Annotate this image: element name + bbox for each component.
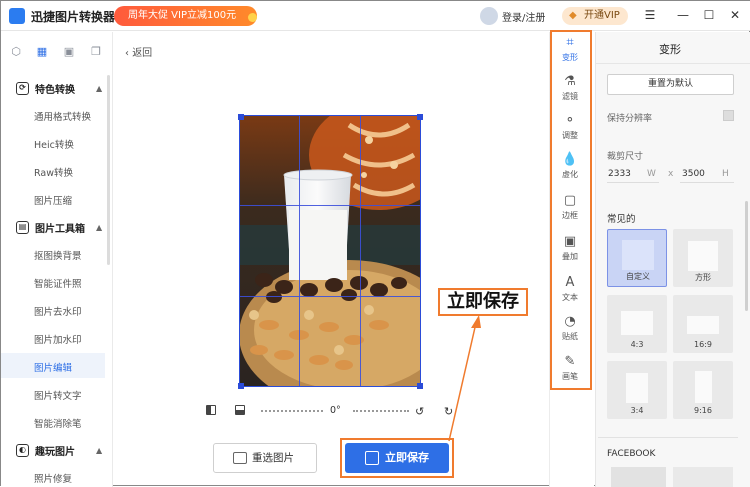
ratio-preview (626, 373, 648, 403)
width-unit: W (647, 169, 656, 179)
login-link[interactable]: 登录/注册 (502, 9, 545, 24)
app-title: 迅捷图片转换器 (31, 10, 116, 24)
keep-resolution-label: 保持分辨率 (607, 114, 653, 124)
save-highlight-box (340, 438, 454, 478)
sidebar-item-eraser[interactable]: 智能消除笔 (34, 416, 82, 430)
chevron-up-icon: ▲ (96, 223, 103, 232)
sidebar-item-ocr[interactable]: 图片转文字 (34, 388, 82, 402)
ratio-square[interactable]: 方形 (673, 229, 733, 287)
rotation-slider-left[interactable] (261, 410, 323, 412)
flip-vertical-icon[interactable] (235, 405, 245, 415)
sidebar-item-remove-watermark[interactable]: 图片去水印 (34, 304, 82, 318)
section-fun[interactable]: ◐ 趣玩图片 ▲ (16, 443, 102, 458)
back-link[interactable]: ‹ 返回 (125, 44, 152, 59)
convert-icon[interactable]: ▦ (35, 45, 49, 59)
width-input[interactable]: 2333 (608, 169, 631, 179)
reselect-image-button[interactable]: 重选图片 (213, 443, 317, 473)
callout-arrow (448, 315, 481, 442)
ratio-9-16[interactable]: 9:16 (673, 361, 733, 419)
facebook-ratio-option[interactable] (611, 467, 666, 487)
copy-icon[interactable]: ❐ (89, 45, 103, 59)
rotation-slider-right[interactable] (353, 410, 409, 412)
image-icon (233, 452, 247, 464)
ratio-preview (695, 371, 712, 403)
crop-frame[interactable] (239, 115, 421, 387)
sidebar-item-compress[interactable]: 图片压缩 (34, 193, 72, 207)
ratio-preview (688, 241, 718, 271)
times-sign: x (668, 169, 674, 179)
crop-handle[interactable] (417, 114, 423, 120)
sidebar-scrollbar[interactable] (107, 75, 110, 265)
sidebar-item-add-watermark[interactable]: 图片加水印 (34, 332, 82, 346)
promo-banner[interactable]: 周年大促 VIP立减100元 (114, 6, 257, 26)
height-input[interactable]: 3500 (682, 169, 705, 179)
sidebar-item-raw[interactable]: Raw转换 (34, 165, 73, 179)
facebook-section-label: FACEBOOK (607, 449, 656, 459)
section-toolbox[interactable]: ▤ 图片工具箱 ▲ (16, 220, 102, 235)
crop-handle[interactable] (417, 383, 423, 389)
height-unit: H (722, 169, 729, 179)
sidebar-item-image-edit[interactable]: 图片编辑 (34, 360, 72, 374)
ratio-preview (621, 311, 653, 335)
close-icon[interactable]: ✕ (727, 7, 743, 23)
common-ratios-label: 常见的 (607, 214, 636, 225)
ratio-16-9[interactable]: 16:9 (673, 295, 733, 353)
rotation-value: 0° (330, 405, 341, 416)
width-underline (607, 182, 659, 183)
divider (598, 437, 738, 438)
keep-resolution-checkbox[interactable] (723, 110, 734, 121)
hexagon-icon[interactable]: ⬡ (9, 45, 23, 59)
panel-scrollbar[interactable] (745, 201, 748, 311)
rotate-left-icon[interactable]: ↺ (415, 405, 424, 418)
ratio-preview (622, 240, 654, 270)
toolbox-icon: ▤ (16, 221, 29, 234)
ratio-custom[interactable]: 自定义 (607, 229, 667, 287)
sidebar-item-id-photo[interactable]: 智能证件照 (34, 276, 82, 290)
ratio-3-4[interactable]: 3:4 (607, 361, 667, 419)
sidebar-item-format-convert[interactable]: 通用格式转换 (34, 109, 91, 123)
save-callout-label: 立即保存 (438, 288, 528, 316)
app-logo-icon (9, 8, 25, 24)
reset-default-button[interactable]: 重置为默认 (607, 74, 734, 95)
sidebar-item-heic[interactable]: Heic转换 (34, 137, 74, 151)
sidebar-item-photo-repair[interactable]: 照片修复 (34, 471, 72, 485)
crop-handle[interactable] (238, 383, 244, 389)
flip-horizontal-icon[interactable] (206, 405, 216, 415)
ratio-preview (687, 316, 719, 334)
promo-coin-icon (248, 13, 257, 22)
sidebar-item-cutout[interactable]: 抠图换背景 (34, 248, 82, 262)
height-underline (680, 182, 734, 183)
chevron-up-icon: ▲ (96, 446, 103, 455)
avatar-icon[interactable] (480, 7, 498, 25)
fun-icon: ◐ (16, 444, 29, 457)
image-icon[interactable]: ▣ (62, 45, 76, 59)
crop-size-label: 裁剪尺寸 (607, 152, 644, 162)
section-special-convert[interactable]: ⟳ 特色转换 ▲ (16, 81, 102, 96)
menu-icon[interactable]: ☰ (642, 7, 658, 23)
facebook-ratio-option[interactable] (673, 467, 733, 487)
tool-highlight-box (550, 30, 592, 390)
panel-title: 变形 (659, 43, 681, 56)
diamond-icon: ◆ (569, 10, 577, 21)
chevron-up-icon: ▲ (96, 84, 103, 93)
divider (595, 63, 750, 64)
convert-section-icon: ⟳ (16, 82, 29, 95)
crop-handle[interactable] (238, 114, 244, 120)
ratio-4-3[interactable]: 4:3 (607, 295, 667, 353)
minimize-icon[interactable]: — (675, 7, 691, 23)
maximize-icon[interactable]: ☐ (701, 7, 717, 23)
